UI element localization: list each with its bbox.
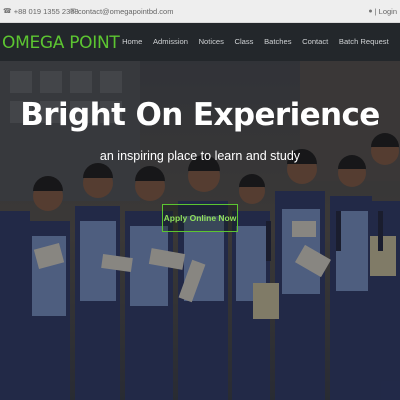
nav-contact[interactable]: Contact — [297, 37, 334, 46]
main-navbar: OMEGA POINT Home Admission Notices Class… — [0, 23, 400, 61]
nav-home[interactable]: Home — [117, 37, 148, 46]
nav-batch-request[interactable]: Batch Request — [334, 37, 394, 46]
apply-online-button[interactable]: Apply Online Now — [162, 204, 238, 232]
nav-batches[interactable]: Batches — [259, 37, 297, 46]
email-address[interactable]: contact@omegapointbd.com — [78, 7, 174, 16]
login-link[interactable]: ● | Login — [368, 7, 397, 16]
user-icon: ● — [368, 8, 373, 15]
nav-notices[interactable]: Notices — [193, 37, 229, 46]
nav-class[interactable]: Class — [229, 37, 259, 46]
phone-contact: ☎ +88 019 1355 2388 — [3, 7, 79, 16]
hero-subtitle: an inspiring place to learn and study — [99, 149, 301, 163]
phone-number: +88 019 1355 2388 — [13, 7, 79, 16]
hero-title: Bright On Experience — [20, 97, 380, 133]
nav-menu: Home Admission Notices Class Batches Con… — [117, 37, 394, 46]
email-contact[interactable]: ✉ contact@omegapointbd.com — [70, 7, 173, 16]
phone-icon: ☎ — [3, 8, 12, 15]
brand-logo[interactable]: OMEGA POINT — [2, 33, 120, 53]
envelope-icon: ✉ — [70, 8, 76, 15]
hero-banner: Bright On Experience an inspiring place … — [0, 61, 400, 400]
top-contact-bar: ☎ +88 019 1355 2388 ✉ contact@omegapoint… — [0, 0, 400, 23]
login-label[interactable]: | Login — [375, 7, 397, 16]
nav-admission[interactable]: Admission — [148, 37, 194, 46]
